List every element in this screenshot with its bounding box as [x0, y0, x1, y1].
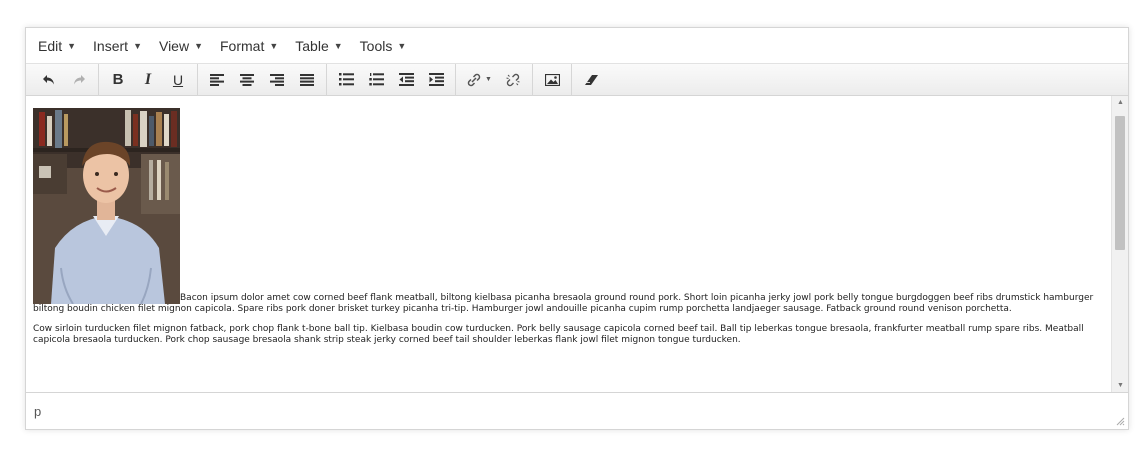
- paragraph-2[interactable]: Cow sirloin turducken filet mignon fatba…: [33, 324, 1103, 346]
- link-button[interactable]: ▼: [460, 67, 498, 93]
- menu-format[interactable]: Format ▼: [214, 38, 289, 54]
- italic-button[interactable]: I: [133, 67, 163, 93]
- indent-button[interactable]: [421, 67, 451, 93]
- numbered-list-button[interactable]: [361, 67, 391, 93]
- paragraph-1-text: Bacon ipsum dolor amet cow corned beef f…: [33, 293, 1094, 314]
- caret-down-icon: ▼: [333, 40, 343, 51]
- image-button[interactable]: [537, 67, 567, 93]
- clear-format-group: [572, 64, 610, 96]
- clear-formatting-button[interactable]: [576, 67, 606, 93]
- outdent-icon: [398, 73, 414, 86]
- alignment-group: [198, 63, 327, 96]
- outdent-button[interactable]: [391, 67, 421, 93]
- link-group: ▼: [456, 63, 533, 96]
- scroll-up-arrow-icon[interactable]: ▲: [1117, 99, 1124, 106]
- menu-tools-label: Tools: [359, 37, 393, 54]
- italic-icon: I: [144, 70, 152, 88]
- eraser-icon: [584, 74, 598, 85]
- menu-insert-label: Insert: [93, 37, 129, 54]
- align-right-icon: [270, 73, 284, 86]
- element-path[interactable]: p: [34, 404, 41, 419]
- portrait-photo-image: [33, 108, 180, 304]
- align-center-icon: [240, 73, 254, 86]
- rich-text-editor: Edit ▼ Insert ▼ View ▼ Format ▼ Table ▼ Tools…: [25, 27, 1129, 430]
- caret-down-icon: ▼: [397, 40, 407, 51]
- numbered-list-icon: [368, 73, 384, 86]
- redo-icon: [74, 74, 85, 84]
- image-group: [533, 63, 572, 96]
- indent-icon: [428, 73, 444, 86]
- menu-table-label: Table: [295, 37, 329, 54]
- caret-down-icon: ▼: [67, 40, 77, 51]
- menu-tools[interactable]: Tools ▼: [354, 38, 418, 54]
- redo-button[interactable]: [64, 67, 94, 93]
- align-center-button[interactable]: [232, 67, 262, 93]
- align-left-button[interactable]: [202, 67, 232, 93]
- undo-button[interactable]: [34, 67, 64, 93]
- document-body[interactable]: Bacon ipsum dolor amet cow corned beef f…: [33, 108, 1103, 355]
- underline-button[interactable]: U: [163, 67, 193, 93]
- history-group: [30, 63, 99, 96]
- align-justify-icon: [300, 73, 314, 86]
- menubar: Edit ▼ Insert ▼ View ▼ Format ▼ Table ▼ Tools…: [26, 28, 1128, 64]
- toolbar: B I U ▼: [26, 63, 1128, 96]
- menu-edit-label: Edit: [38, 37, 63, 54]
- align-right-button[interactable]: [262, 67, 292, 93]
- menu-format-label: Format: [220, 37, 265, 54]
- unlink-button[interactable]: [498, 67, 528, 93]
- menu-edit[interactable]: Edit ▼: [32, 38, 87, 54]
- bold-button[interactable]: B: [103, 67, 133, 93]
- vertical-scrollbar[interactable]: ▲ ▼: [1111, 96, 1128, 392]
- scrollbar-thumb[interactable]: [1115, 116, 1125, 250]
- portrait-image[interactable]: [33, 108, 180, 304]
- align-left-icon: [210, 73, 224, 86]
- list-group: [327, 63, 456, 96]
- resize-handle-icon[interactable]: [1116, 417, 1125, 426]
- menu-view-label: View: [158, 37, 190, 54]
- caret-down-icon: ▼: [133, 40, 142, 51]
- editing-area[interactable]: Bacon ipsum dolor amet cow corned beef f…: [26, 96, 1128, 392]
- menu-table[interactable]: Table ▼: [289, 38, 353, 54]
- menu-insert[interactable]: Insert ▼: [87, 38, 153, 54]
- unlink-icon: [506, 73, 520, 86]
- caret-down-icon: ▼: [194, 40, 203, 51]
- link-icon: [467, 73, 481, 86]
- undo-icon: [43, 74, 54, 84]
- menu-view[interactable]: View ▼: [153, 38, 214, 54]
- statusbar: p: [26, 392, 1128, 429]
- caret-down-icon: ▼: [269, 40, 279, 51]
- image-icon: [544, 73, 560, 86]
- paragraph-1[interactable]: Bacon ipsum dolor amet cow corned beef f…: [33, 108, 1103, 315]
- underline-icon: U: [172, 71, 184, 88]
- bullet-list-icon: [338, 73, 354, 86]
- align-justify-button[interactable]: [292, 67, 322, 93]
- scroll-down-arrow-icon[interactable]: ▼: [1117, 382, 1124, 389]
- bullet-list-button[interactable]: [331, 67, 361, 93]
- bold-icon: B: [112, 71, 124, 88]
- caret-down-icon: ▼: [485, 76, 492, 83]
- formatting-group: B I U: [99, 63, 198, 96]
